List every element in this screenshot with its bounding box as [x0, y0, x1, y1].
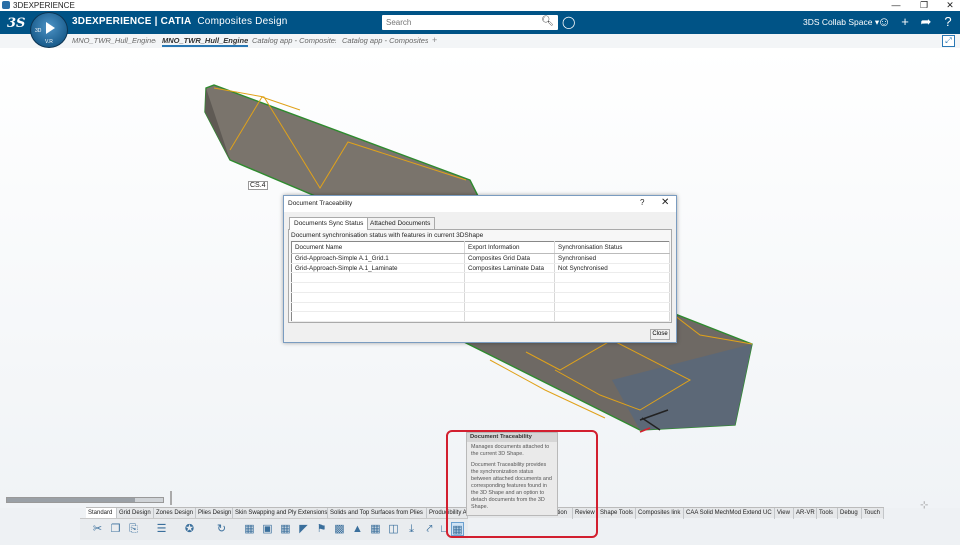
- search-input[interactable]: [386, 16, 536, 29]
- os-app-name: 3DEXPERIENCE: [13, 1, 75, 10]
- wb-tab-composites-link[interactable]: Composites link: [636, 508, 684, 519]
- filter-icon[interactable]: ✪: [183, 522, 196, 536]
- collab-space-selector[interactable]: 3DS Collab Space ▾: [803, 17, 879, 28]
- cell-sync-status: Not Synchronised: [554, 263, 670, 274]
- cell-export-information: Composites Laminate Data: [464, 263, 555, 274]
- copy-icon[interactable]: ❐: [109, 522, 122, 536]
- analysis-icon[interactable]: ▦: [243, 522, 256, 536]
- compass-vr-label: V.R: [45, 39, 53, 45]
- app-icon: [2, 1, 10, 9]
- wb-tab-ar-vr[interactable]: AR-VR: [794, 508, 817, 519]
- scrollbar-thumb[interactable]: [7, 498, 135, 502]
- ds-logo-icon: 3S: [6, 13, 26, 31]
- os-title-bar: 3DEXPERIENCE — ❐ ✕: [0, 0, 960, 11]
- column-header-synchronisation-status[interactable]: Synchronisation Status: [554, 241, 670, 254]
- column-header-export-information[interactable]: Export Information: [464, 241, 555, 254]
- view-compass-icon[interactable]: ⊹: [920, 500, 928, 511]
- paste-icon[interactable]: ⎘: [127, 522, 140, 536]
- cell-export-information: Composites Grid Data: [464, 253, 555, 264]
- tab-catalog-1[interactable]: Catalog app - Composites: [252, 36, 336, 45]
- table-row: [291, 272, 670, 284]
- play-icon: [46, 22, 55, 34]
- update-icon[interactable]: ↻: [215, 522, 228, 536]
- cs4-label[interactable]: CS.4: [248, 181, 268, 190]
- table-row: [291, 292, 670, 303]
- sync-status-panel: Document synchronisation status with fea…: [288, 229, 672, 323]
- cell-document-name: Grid-Approach-Simple A.1_Laminate: [291, 263, 465, 274]
- action-toolbar: ✂ ❐ ⎘ ☰ ✪ ↻ ▦ ▣ ▦ ◤ ⚑ ▩ ▲ ▦ ◫ ⤓ ⤤ ∟ ▦: [80, 518, 468, 540]
- fullscreen-button[interactable]: ⤢: [942, 35, 955, 47]
- tag-icon[interactable]: ◯: [562, 15, 575, 29]
- list-icon[interactable]: ☰: [155, 522, 168, 536]
- close-button[interactable]: Close: [650, 329, 670, 340]
- ruler-icon[interactable]: ⤓: [405, 522, 418, 536]
- add-icon[interactable]: +: [897, 14, 913, 29]
- stack-icon[interactable]: ▩: [333, 522, 346, 536]
- separator: [170, 491, 172, 505]
- compass-widget[interactable]: 3D V.R: [30, 12, 68, 48]
- search-box[interactable]: 🔍︎: [382, 15, 558, 30]
- share-icon[interactable]: ➦: [918, 14, 934, 30]
- search-icon[interactable]: 🔍︎: [541, 16, 554, 27]
- export-icon[interactable]: ▦: [369, 522, 382, 536]
- brand-title: 3DEXPERIENCE | CATIA Composites Design: [72, 16, 288, 27]
- table-row: [291, 311, 670, 322]
- section-icon[interactable]: ⤤: [423, 522, 436, 536]
- cell-sync-status: Synchronised: [554, 253, 670, 264]
- tab-catalog-2[interactable]: Catalog app - CompositesC: [342, 36, 428, 45]
- restore-button[interactable]: ❐: [916, 0, 932, 11]
- sync-description: Document synchronisation status with fea…: [291, 232, 484, 239]
- svg-text:3S: 3S: [7, 16, 25, 31]
- table-row: [291, 282, 670, 293]
- wb-tab-caa-solid[interactable]: CAA Solid MechMod Extend UC: [684, 508, 775, 519]
- dialog-close-x-button[interactable]: ✕: [661, 197, 669, 208]
- table-row[interactable]: Grid-Approach-Simple A.1_Grid.1 Composite…: [291, 253, 670, 264]
- drape-icon[interactable]: ▲: [351, 522, 364, 536]
- tab-hull-2[interactable]: MNO_TWR_Hull_Engineeri: [162, 36, 248, 47]
- wb-tab-touch[interactable]: Touch: [862, 508, 884, 519]
- document-tabs: MNO_TWR_Hull_Engineerin MNO_TWR_Hull_Eng…: [0, 34, 960, 48]
- help-icon[interactable]: ?: [940, 14, 956, 29]
- layer-icon[interactable]: ▣: [261, 522, 274, 536]
- horizontal-scrollbar[interactable]: [6, 497, 164, 503]
- flag-icon[interactable]: ⚑: [315, 522, 328, 536]
- cut-icon[interactable]: ✂: [91, 522, 104, 536]
- wb-tab-shape-tools[interactable]: Shape Tools: [598, 508, 636, 519]
- top-bar: 3S 3DEXPERIENCE | CATIA Composites Desig…: [0, 11, 960, 34]
- wb-tab-view[interactable]: View: [775, 508, 794, 519]
- wb-tab-tools[interactable]: Tools: [817, 508, 838, 519]
- tab-documents-sync-status[interactable]: Documents Sync Status: [289, 217, 369, 230]
- tab-attached-documents[interactable]: Attached Documents: [365, 217, 436, 229]
- tab-hull-1[interactable]: MNO_TWR_Hull_Engineerin: [72, 36, 156, 45]
- cell-document-name: Grid-Approach-Simple A.1_Grid.1: [291, 253, 465, 264]
- table-row: [291, 302, 670, 313]
- close-window-button[interactable]: ✕: [942, 0, 958, 11]
- sync-status-table: Document Name Export Information Synchro…: [291, 241, 670, 322]
- highlight-frame: [446, 430, 598, 538]
- wb-tab-debug[interactable]: Debug: [838, 508, 862, 519]
- column-header-document-name[interactable]: Document Name: [291, 241, 465, 254]
- compass-north-label: 3D: [35, 28, 42, 34]
- dialog-title-bar[interactable]: Document Traceability ? ✕: [284, 196, 676, 212]
- add-tab-button[interactable]: +: [432, 35, 437, 45]
- minimize-button[interactable]: —: [888, 0, 904, 11]
- core-icon[interactable]: ◫: [387, 522, 400, 536]
- user-icon[interactable]: ☺: [876, 14, 892, 29]
- dialog-help-button[interactable]: ?: [640, 198, 644, 207]
- table-row[interactable]: Grid-Approach-Simple A.1_Laminate Composi…: [291, 263, 670, 274]
- ply-icon[interactable]: ◤: [297, 522, 310, 536]
- grid-icon[interactable]: ▦: [279, 522, 292, 536]
- dialog-title: Document Traceability: [288, 200, 353, 207]
- document-traceability-dialog: Document Traceability ? ✕ Documents Sync…: [283, 195, 677, 343]
